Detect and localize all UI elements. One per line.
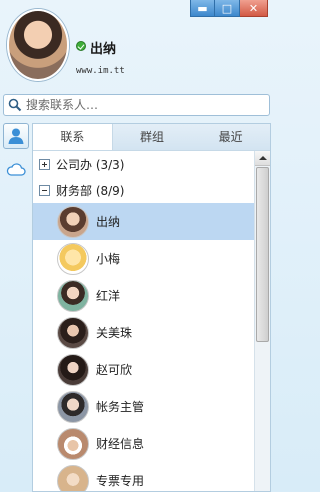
scroll-up-arrow-icon[interactable]: [255, 151, 270, 166]
contact-avatar: [57, 353, 89, 386]
contact-name: 关美珠: [96, 326, 133, 340]
contact-item[interactable]: 出纳: [33, 203, 254, 240]
contact-item[interactable]: 赵可欣: [33, 351, 254, 388]
search-box[interactable]: [3, 94, 270, 116]
contact-name: 赵可欣: [96, 363, 133, 377]
collapse-icon[interactable]: [39, 184, 50, 196]
contact-list: 公司办 (3/3) 财务部 (8/9) 出纳 小梅 红洋 关美珠 赵可欣 帐务主…: [33, 151, 254, 491]
contact-avatar: [57, 464, 89, 491]
im-main-window: ▬ □ ✕ 出纳 www.im.tt 联系 群组 最近: [0, 0, 273, 492]
online-status-icon[interactable]: [76, 41, 86, 51]
group-label: 财务部 (8/9): [56, 183, 125, 198]
user-display-name: 出纳: [90, 42, 117, 57]
user-avatar[interactable]: [7, 9, 69, 81]
contact-item[interactable]: 红洋: [33, 277, 254, 314]
contact-item[interactable]: 关美珠: [33, 314, 254, 351]
tab-groups[interactable]: 群组: [113, 124, 192, 150]
contact-item[interactable]: 小梅: [33, 240, 254, 277]
group-label: 公司办 (3/3): [56, 157, 125, 172]
contacts-view-button[interactable]: [3, 123, 29, 149]
contact-avatar: [57, 427, 89, 460]
tab-contacts[interactable]: 联系: [33, 124, 113, 150]
tab-bar: 联系 群组 最近: [33, 124, 270, 151]
contact-name: 红洋: [96, 289, 121, 303]
tab-recent[interactable]: 最近: [191, 124, 270, 150]
search-input[interactable]: [26, 98, 269, 112]
expand-icon[interactable]: [39, 158, 50, 170]
contact-avatar: [57, 279, 89, 312]
contact-avatar: [57, 242, 89, 275]
list-scrollbar[interactable]: [254, 151, 270, 491]
cloud-icon: [6, 163, 26, 176]
contact-avatar: [57, 205, 89, 238]
contact-name: 小梅: [96, 252, 121, 266]
scrollbar-thumb[interactable]: [256, 167, 269, 342]
contact-item[interactable]: 专票专用: [33, 462, 254, 491]
contact-avatar: [57, 390, 89, 423]
minimize-button[interactable]: ▬: [190, 0, 215, 17]
contact-name: 专票专用: [96, 474, 145, 488]
contacts-panel: 联系 群组 最近 公司办 (3/3) 财务部 (8/9) 出纳 小梅 红洋 关美…: [32, 123, 271, 492]
close-button[interactable]: ✕: [240, 0, 268, 17]
search-icon: [8, 98, 22, 112]
maximize-button[interactable]: □: [215, 0, 240, 17]
contact-item[interactable]: 财经信息: [33, 425, 254, 462]
person-icon: [8, 128, 24, 144]
window-controls: ▬ □ ✕: [190, 0, 268, 17]
user-signature[interactable]: www.im.tt: [76, 66, 125, 76]
contact-avatar: [57, 316, 89, 349]
contact-item[interactable]: 帐务主管: [33, 388, 254, 425]
cloud-view-button[interactable]: [3, 156, 29, 182]
group-office[interactable]: 公司办 (3/3): [33, 151, 254, 177]
group-finance[interactable]: 财务部 (8/9): [33, 177, 254, 203]
contact-name: 帐务主管: [96, 400, 145, 414]
contact-name: 出纳: [96, 215, 121, 229]
contact-name: 财经信息: [96, 437, 145, 451]
